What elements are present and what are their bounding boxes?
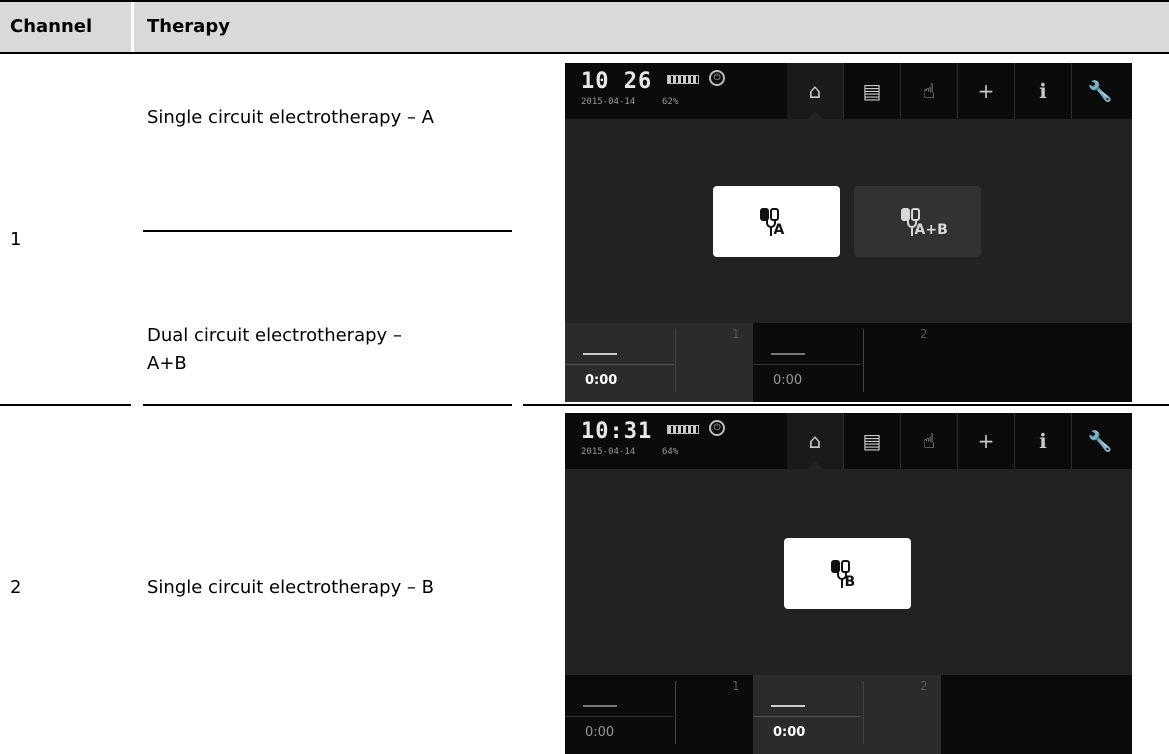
row-divider-screen: [523, 404, 1169, 406]
intensity-dash: [583, 353, 617, 355]
inner-row-divider: [143, 230, 512, 232]
plus-icon: +: [977, 79, 995, 103]
tab-caret: [807, 111, 823, 119]
hand-icon: ☝: [922, 429, 936, 453]
info-icon: ℹ: [1039, 79, 1047, 103]
column-header-therapy: Therapy: [147, 16, 230, 37]
home-icon: ⌂: [808, 429, 822, 453]
channel-1-number: 1: [732, 679, 740, 693]
channel-1-panel[interactable]: 0:00 1: [565, 675, 753, 754]
clock-time: 10 26: [581, 69, 653, 94]
document-icon: ▤: [862, 429, 882, 453]
hand-icon: ☝: [922, 79, 936, 103]
circuit-b-button[interactable]: B: [784, 538, 911, 609]
circuit-b-label: B: [844, 573, 856, 590]
circuit-a-label: A: [773, 221, 785, 238]
therapy-dual-ab: Dual circuit electrotherapy – A+B: [147, 325, 402, 374]
tab-protocols[interactable]: ▤: [844, 413, 900, 469]
circuit-ab-label: A+B: [914, 221, 948, 238]
channel-1-time: 0:00: [585, 373, 618, 388]
channel-number-2: 2: [10, 577, 22, 598]
channel-2-time: 0:00: [773, 725, 806, 740]
clock-date: 2015-04-14: [581, 97, 636, 107]
tab-caret: [807, 461, 823, 469]
tab-info[interactable]: ℹ: [1015, 63, 1071, 119]
clock-date: 2015-04-14: [581, 447, 636, 457]
row-divider-channel: [0, 404, 131, 406]
channel-2-time: 0:00: [773, 373, 803, 388]
channel-2-number: 2: [920, 327, 928, 341]
column-divider: [131, 2, 134, 52]
battery-percent: 62%: [662, 97, 679, 107]
channel-1-panel[interactable]: 0:00 1: [565, 323, 753, 402]
intensity-dash: [583, 705, 617, 707]
power-plug-icon: ⏻: [709, 420, 725, 436]
channel-1-number: 1: [732, 327, 740, 341]
channel-2-panel[interactable]: 0:00 2: [753, 675, 941, 754]
home-icon: ⌂: [808, 79, 822, 103]
therapy-single-a: Single circuit electrotherapy – A: [147, 107, 434, 128]
tab-protocols[interactable]: ▤: [844, 63, 900, 119]
column-header-channel: Channel: [10, 16, 93, 37]
wrench-icon: 🔧: [1087, 429, 1113, 453]
circuit-a-button[interactable]: A: [713, 186, 840, 257]
clock-time: 10:31: [581, 419, 653, 444]
status-bar: 10 26 2015-04-14 62% ⏻ ⌂ ▤ ☝ + ℹ 🔧: [565, 63, 1132, 119]
electrode-icon: A+B: [895, 202, 948, 242]
tab-manual[interactable]: ☝: [901, 413, 957, 469]
tab-settings[interactable]: 🔧: [1072, 63, 1128, 119]
info-icon: ℹ: [1039, 429, 1047, 453]
tab-manual[interactable]: ☝: [901, 63, 957, 119]
table-header-row: Channel Therapy: [0, 0, 1169, 54]
channel-2-panel[interactable]: 0:00 2: [753, 323, 941, 402]
device-screen-2: 10:31 2015-04-14 64% ⏻ ⌂ ▤ ☝ + ℹ 🔧 B 0:0: [565, 413, 1132, 754]
tab-add[interactable]: +: [958, 413, 1014, 469]
intensity-dash: [771, 353, 805, 355]
wrench-icon: 🔧: [1087, 79, 1113, 103]
channel-2-number: 2: [920, 679, 928, 693]
status-bar: 10:31 2015-04-14 64% ⏻ ⌂ ▤ ☝ + ℹ 🔧: [565, 413, 1132, 469]
channel-bar: 0:00 1 0:00 2: [565, 675, 1132, 754]
battery-icon: [667, 425, 699, 434]
intensity-dash: [771, 705, 805, 707]
power-plug-icon: ⏻: [709, 70, 725, 86]
device-screen-1: 10 26 2015-04-14 62% ⏻ ⌂ ▤ ☝ + ℹ 🔧 A A+B…: [565, 63, 1132, 402]
channel-bar: 0:00 1 0:00 2: [565, 323, 1132, 402]
tab-info[interactable]: ℹ: [1015, 413, 1071, 469]
tab-settings[interactable]: 🔧: [1072, 413, 1128, 469]
circuit-ab-button[interactable]: A+B: [854, 186, 981, 257]
electrode-icon: A: [754, 202, 800, 242]
row-divider-therapy: [143, 404, 512, 406]
tab-add[interactable]: +: [958, 63, 1014, 119]
channel-number-1: 1: [10, 229, 22, 250]
battery-icon: [667, 75, 699, 84]
channel-1-time: 0:00: [585, 725, 615, 740]
battery-percent: 64%: [662, 447, 679, 457]
plus-icon: +: [977, 429, 995, 453]
electrode-icon: B: [825, 554, 871, 594]
therapy-single-b: Single circuit electrotherapy – B: [147, 577, 435, 598]
document-icon: ▤: [862, 79, 882, 103]
